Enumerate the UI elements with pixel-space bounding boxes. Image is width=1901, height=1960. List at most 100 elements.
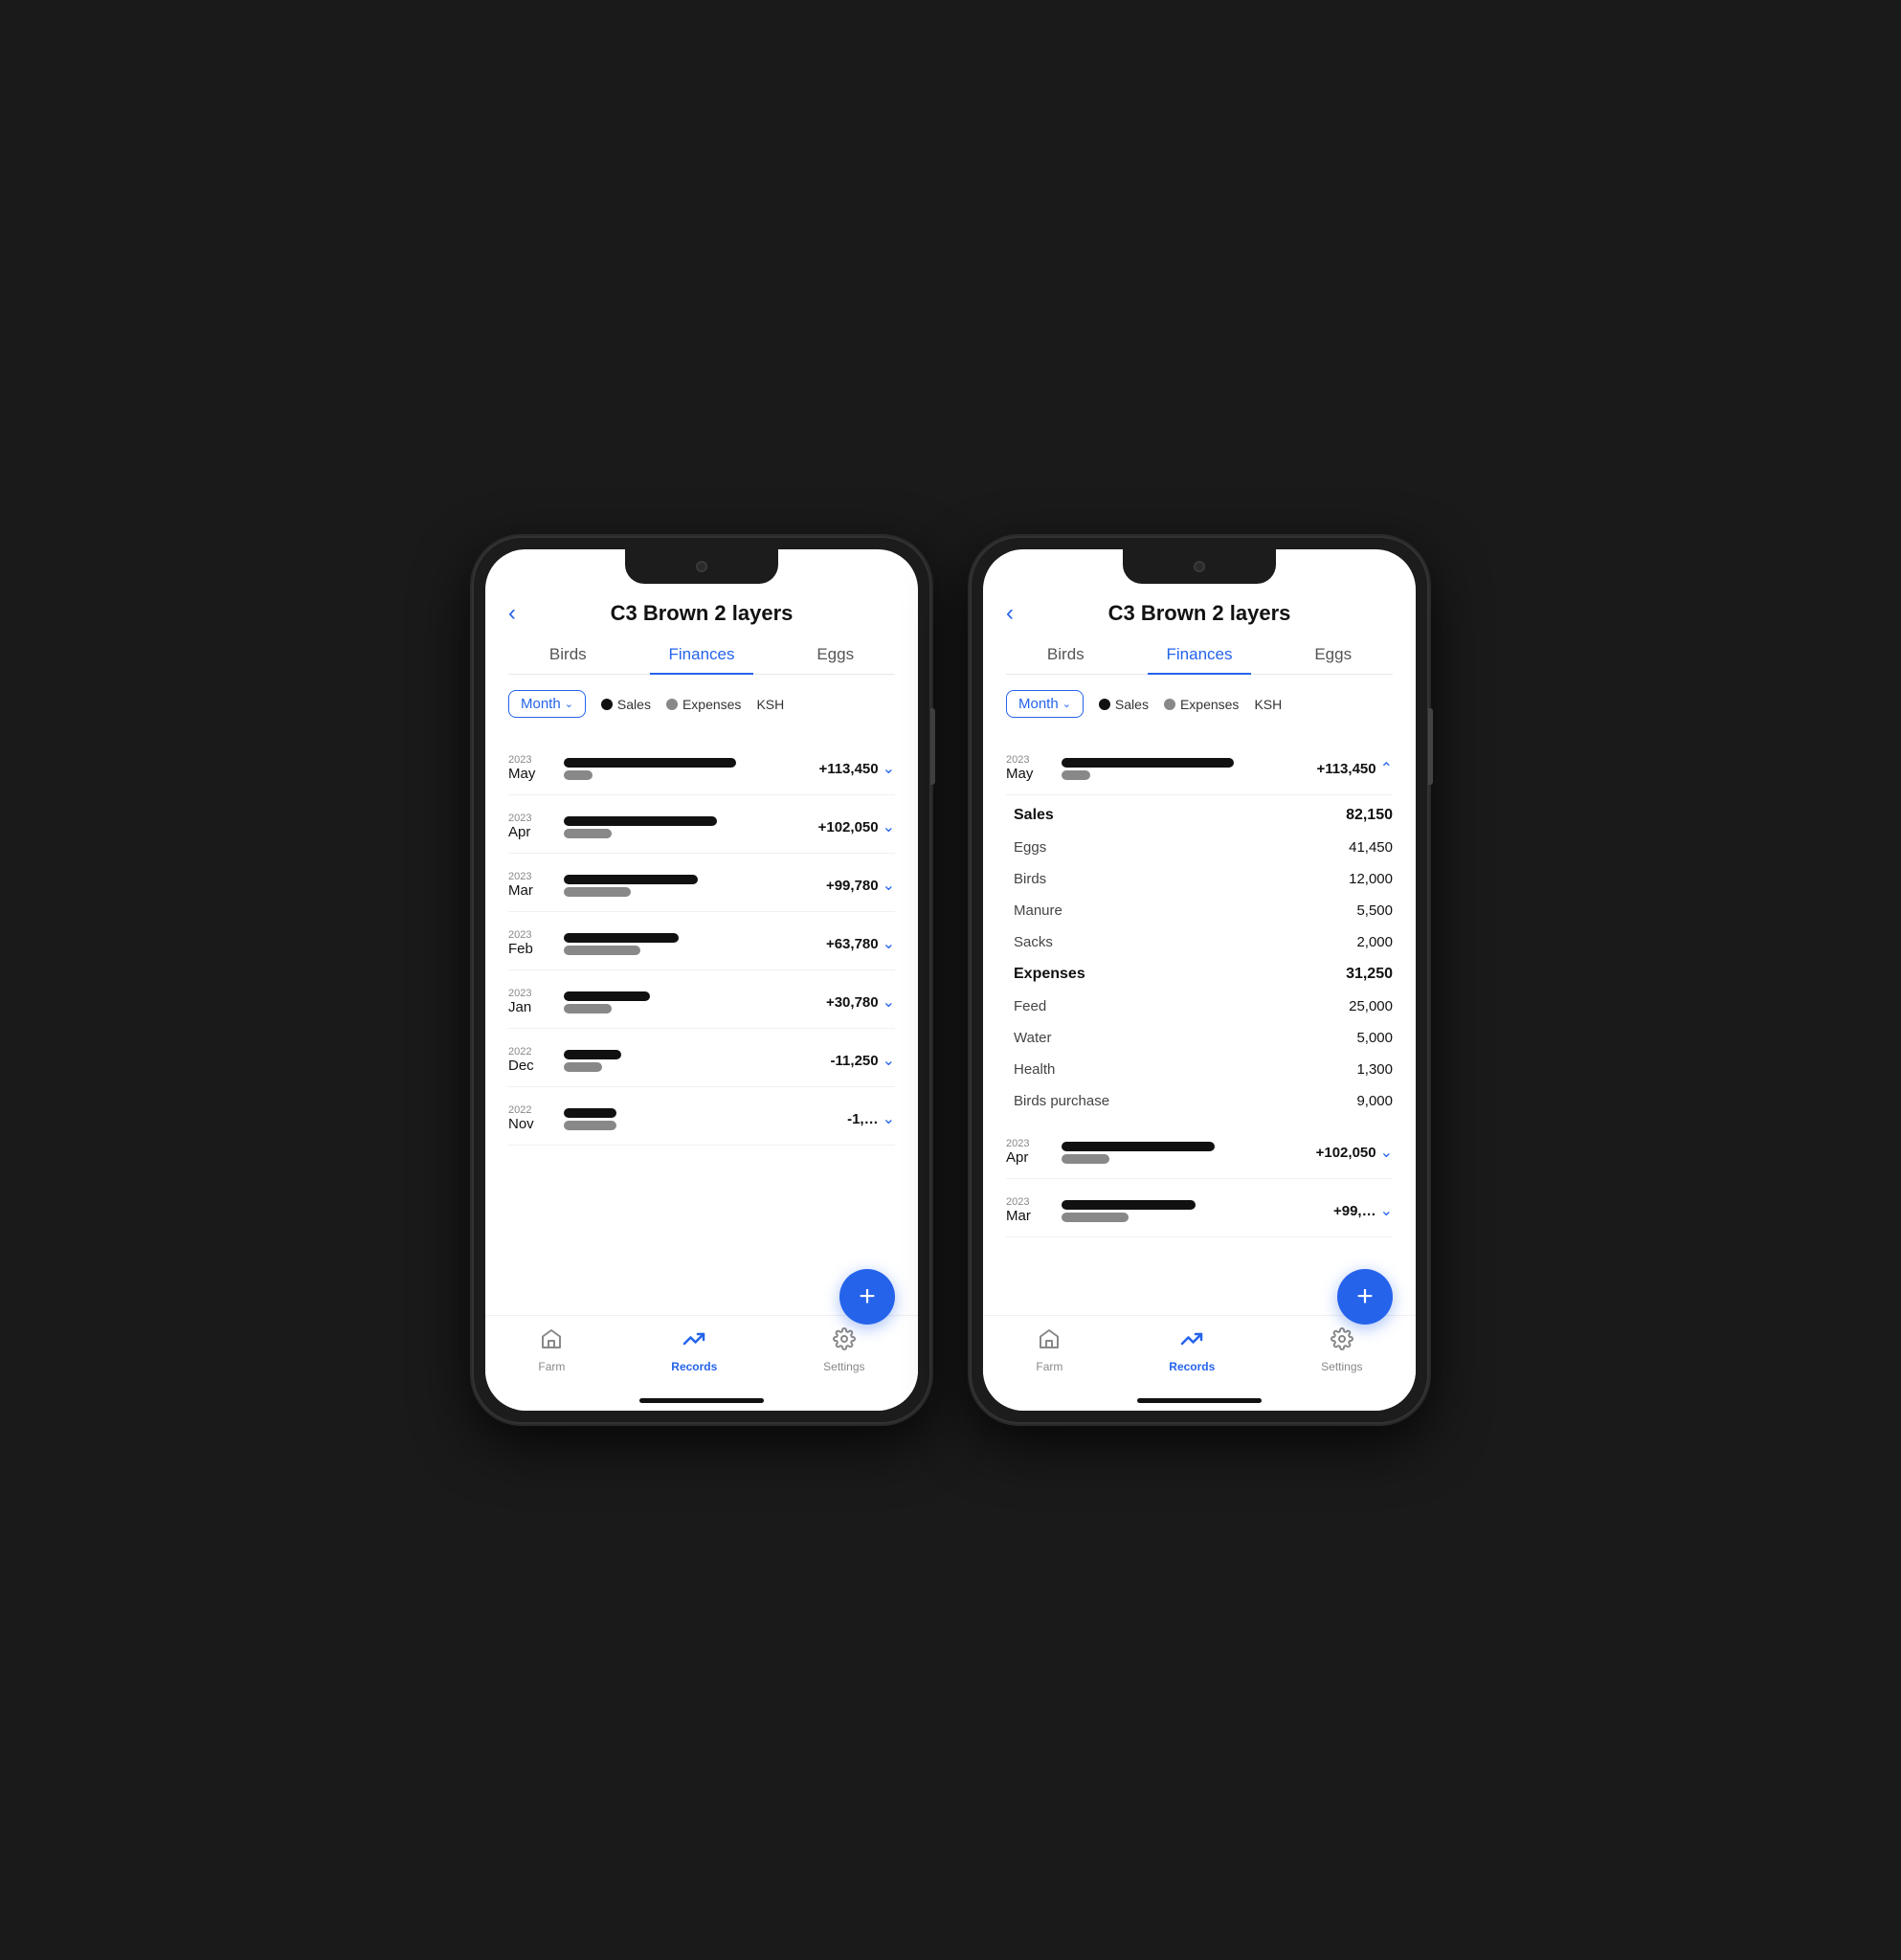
detail-item-value: 25,000 [1349,998,1393,1014]
month-filter-button[interactable]: Month⌄ [508,690,586,718]
month-label: May [508,766,535,782]
records-nav-icon [1180,1327,1203,1356]
home-indicator [639,1398,764,1403]
net-amount: +102,050 [818,819,879,835]
detail-item-value: 5,500 [1356,902,1393,919]
table-row[interactable]: 2022Dec-11,250⌄ [508,1029,895,1087]
expand-icon[interactable]: ⌄ [883,992,895,1012]
net-amount: +102,050 [1316,1145,1376,1161]
expand-icon[interactable]: ⌄ [1380,1201,1393,1220]
tab-birds[interactable]: Birds [1028,635,1104,674]
add-fab-button[interactable]: + [1337,1269,1393,1325]
expense-item-0: Feed25,000 [1006,991,1393,1022]
amount-area: +99,…⌄ [1297,1201,1393,1220]
month-filter-button[interactable]: Month⌄ [1006,690,1084,718]
expanded-details: Sales82,150Eggs41,450Birds12,000Manure5,… [1006,795,1393,1121]
detail-item-value: 2,000 [1356,934,1393,950]
expenses-legend-label: Expenses [1180,697,1239,712]
nav-item-farm[interactable]: Farm [538,1327,565,1373]
sales-item-3: Sacks2,000 [1006,926,1393,958]
home-indicator [1137,1398,1262,1403]
month-info: 2023Feb [508,929,556,958]
filter-row: Month⌄SalesExpensesKSH [1006,690,1393,718]
expand-icon[interactable]: ⌄ [883,1051,895,1070]
table-row[interactable]: 2023Mar +99,…⌄ [1006,1179,1393,1237]
table-row[interactable]: 2023Jan +30,780⌄ [508,970,895,1029]
amount-area: +63,780⌄ [799,934,895,953]
sales-bar [564,1108,616,1118]
month-label: Month [521,696,561,712]
camera-dot [1194,561,1205,572]
table-row[interactable]: 2023Mar+99,780⌄ [508,854,895,912]
expenses-header-label: Expenses [1014,966,1085,983]
expand-icon[interactable]: ⌄ [1380,1143,1393,1162]
year-label: 2023 [508,871,556,882]
nav-item-settings[interactable]: Settings [823,1327,864,1373]
tab-finances[interactable]: Finances [650,635,754,674]
table-row[interactable]: 2022Nov-1,…⌄ [508,1087,895,1146]
month-label: Jan [508,999,531,1015]
month-entry-1: 2023Apr+102,050⌄ [508,795,895,854]
back-button[interactable]: ‹ [508,600,516,627]
month-entry-0: 2023May+113,450⌄ [508,737,895,795]
bar-row: 2023Apr +102,050⌄ [1006,1138,1393,1167]
expand-icon[interactable]: ⌄ [883,876,895,895]
month-label: Mar [1006,1208,1031,1224]
month-entry-4: 2023Jan +30,780⌄ [508,970,895,1029]
farm-nav-label: Farm [1036,1360,1062,1373]
net-amount: +113,450 [1316,761,1375,777]
bar-row: 2022Dec-11,250⌄ [508,1046,895,1075]
expenses-dot [1164,699,1175,710]
table-row[interactable]: 2023Apr +102,050⌄ [1006,1121,1393,1179]
notch [1123,549,1276,584]
month-entry-5: 2022Dec-11,250⌄ [508,1029,895,1087]
bars-area [564,991,792,1013]
expenses-legend-label: Expenses [682,697,741,712]
amount-area: +102,050⌄ [1297,1143,1393,1162]
expenses-bar [1062,770,1090,780]
amount-area: +113,450 ⌃ [1297,759,1393,778]
month-info: 2023Apr [1006,1138,1054,1167]
month-label: May [1006,766,1033,782]
bars-area [564,933,792,955]
nav-item-farm[interactable]: Farm [1036,1327,1062,1373]
settings-nav-label: Settings [1321,1360,1362,1373]
amount-area: +30,780⌄ [799,992,895,1012]
month-entry-6: 2022Nov-1,…⌄ [508,1087,895,1146]
screen-content: ‹C3 Brown 2 layersBirdsFinancesEggsMonth… [485,584,918,1315]
table-row[interactable]: 2023Feb +63,780⌄ [508,912,895,970]
nav-item-settings[interactable]: Settings [1321,1327,1362,1373]
expand-icon[interactable]: ⌄ [883,759,895,778]
phone-screen: ‹C3 Brown 2 layersBirdsFinancesEggsMonth… [485,549,918,1411]
net-amount: -11,250 [831,1053,879,1069]
expand-icon[interactable]: ⌄ [883,817,895,836]
tab-finances[interactable]: Finances [1148,635,1252,674]
year-label: 2023 [508,754,556,766]
tab-birds[interactable]: Birds [530,635,606,674]
nav-item-records[interactable]: Records [671,1327,717,1373]
net-amount: +30,780 [826,994,879,1011]
table-row[interactable]: 2023Apr+102,050⌄ [508,795,895,854]
table-row[interactable]: 2023May+113,450⌃ [1006,737,1393,795]
year-label: 2023 [508,988,556,999]
expenses-bar [564,829,612,838]
month-entry-0: 2023May+113,450⌃Sales82,150Eggs41,450Bir… [1006,737,1393,1121]
add-fab-button[interactable]: + [839,1269,895,1325]
expand-icon[interactable]: ⌃ [1380,759,1393,778]
month-info: 2023Mar [1006,1196,1054,1225]
month-label: Dec [508,1058,534,1074]
back-button[interactable]: ‹ [1006,600,1014,627]
expense-item-2: Health1,300 [1006,1054,1393,1085]
nav-item-records[interactable]: Records [1169,1327,1215,1373]
phones-container: ‹C3 Brown 2 layersBirdsFinancesEggsMonth… [472,536,1429,1424]
sales-total: 82,150 [1346,807,1393,824]
table-row[interactable]: 2023May+113,450⌄ [508,737,895,795]
expand-icon[interactable]: ⌄ [883,1109,895,1128]
tab-eggs[interactable]: Eggs [1295,635,1371,674]
camera-dot [696,561,707,572]
expand-icon[interactable]: ⌄ [883,934,895,953]
bars-area [1062,758,1289,780]
amount-area: -11,250⌄ [799,1051,895,1070]
tab-eggs[interactable]: Eggs [797,635,873,674]
month-info: 2022Nov [508,1104,556,1133]
